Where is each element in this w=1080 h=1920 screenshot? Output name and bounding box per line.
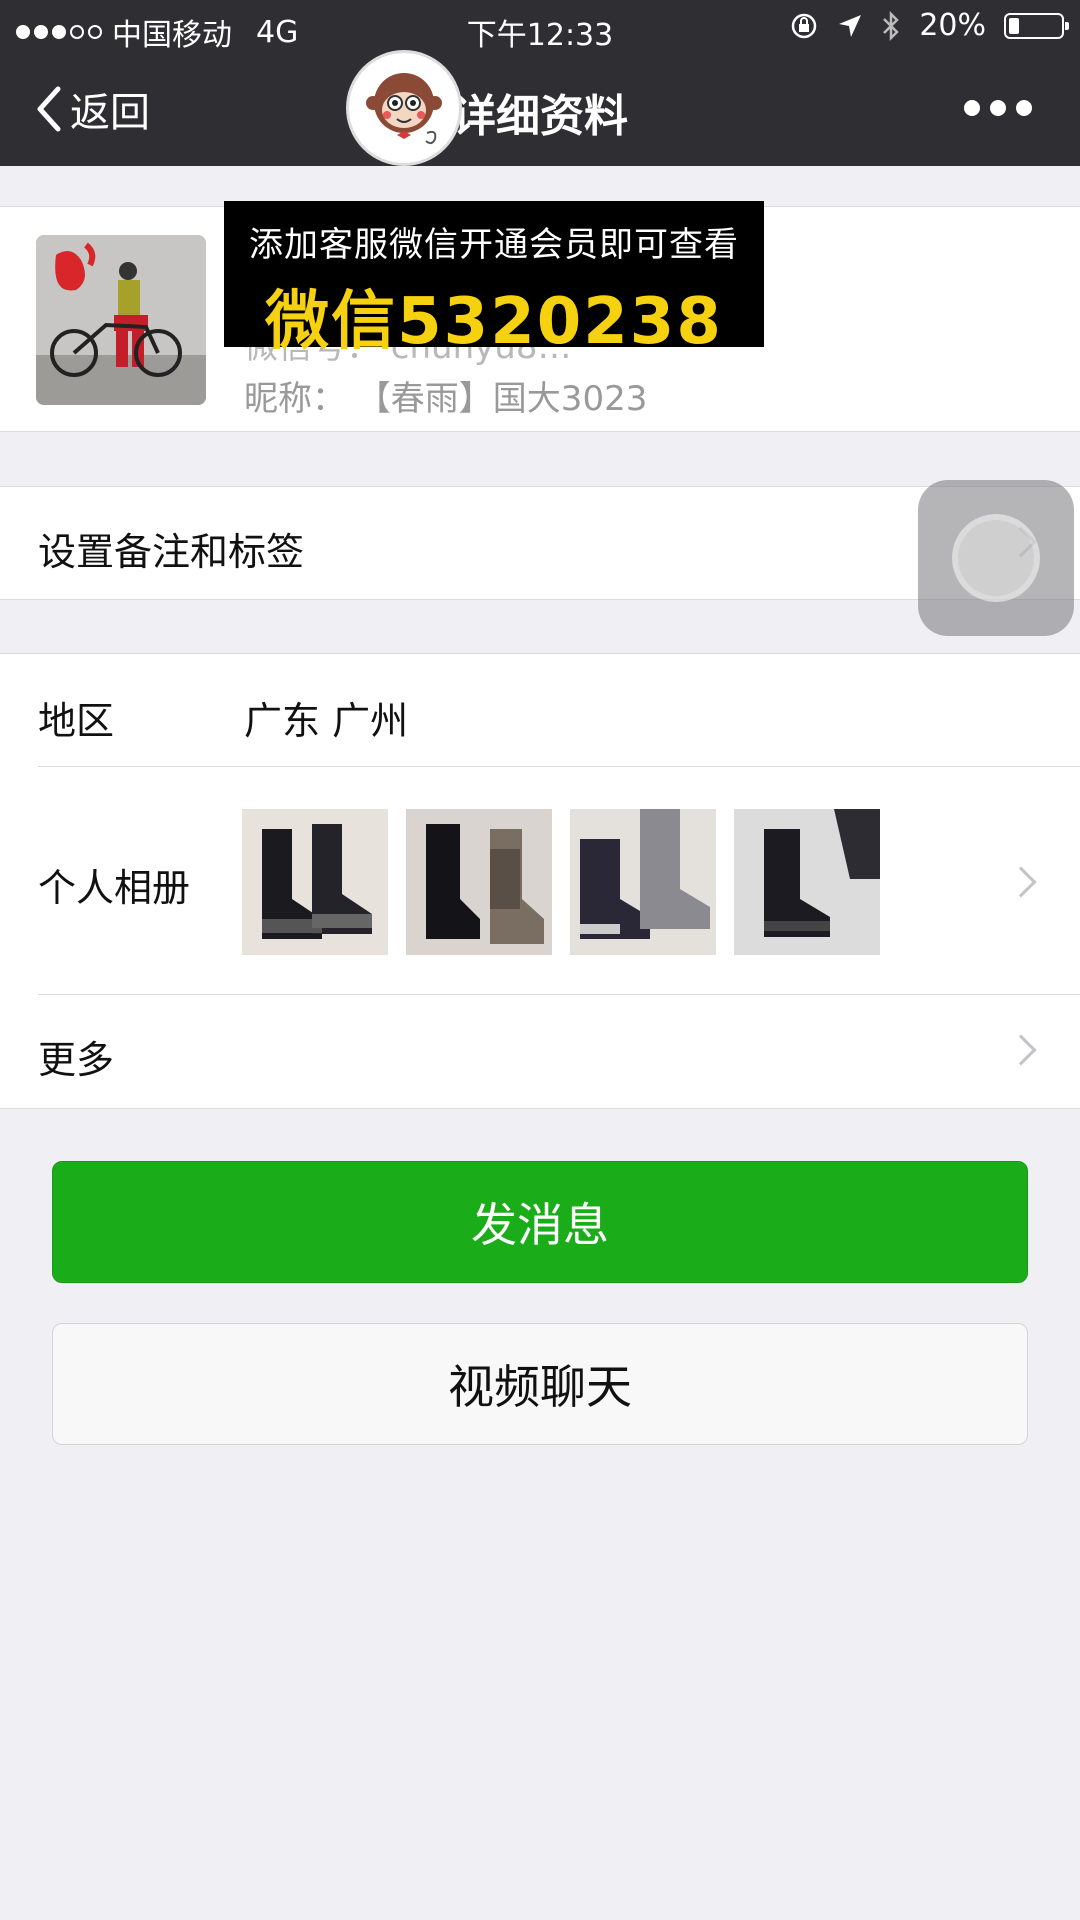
region-label: 地区 [38,699,115,743]
send-message-button[interactable]: 发消息 [52,1161,1028,1283]
album-row[interactable]: 个人相册 [0,767,1080,995]
top-bar: 中国移动 4G 下午12:33 20% 返回 详细资料 [0,0,1080,166]
bluetooth-icon [883,10,900,41]
info-section: 地区 广东 广州 个人相册 更多 [0,653,1080,1109]
region-value: 广东 广州 [244,699,409,743]
page-title: 详细资料 [452,91,628,142]
orientation-lock-icon [792,13,817,38]
chevron-right-icon [1005,1034,1037,1066]
status-right: 20% [789,8,1069,43]
back-label: 返回 [70,90,150,136]
ad-overlay-banner: 添加客服微信开通会员即可查看 微信5320238 [224,201,764,359]
battery-percent: 20% [919,8,986,43]
ad-banner-wechat-id: 微信5320238 [265,285,723,359]
status-bar: 中国移动 4G 下午12:33 20% [0,0,1080,56]
monkey-logo-icon [346,50,462,166]
album-thumbnails [242,809,880,955]
album-thumbnail [242,809,388,955]
more-options-button[interactable] [964,100,1032,116]
battery-fill [1009,17,1019,34]
more-label: 更多 [38,1038,115,1082]
more-dot-icon [964,100,980,116]
chevron-right-icon [1005,866,1037,898]
back-button[interactable]: 返回 [34,80,150,138]
chevron-left-icon [37,86,61,132]
album-thumbnail [406,809,552,955]
navigation-bar: 返回 详细资料 [0,56,1080,166]
assistive-touch-button[interactable] [918,480,1074,636]
album-thumbnail [570,809,716,955]
avatar[interactable] [36,235,206,405]
location-arrow-icon [839,14,862,37]
remark-label: 设置备注和标签 [38,530,305,574]
assistive-touch-icon [952,514,1040,602]
battery-icon [1004,12,1069,39]
album-thumbnail [734,809,880,955]
album-label: 个人相册 [38,866,191,910]
nickname: 昵称： 【春雨】国大3023 [244,379,648,419]
more-dot-icon [990,100,1006,116]
more-dot-icon [1016,100,1032,116]
video-chat-button[interactable]: 视频聊天 [52,1323,1028,1445]
ad-banner-text: 添加客服微信开通会员即可查看 [249,225,739,265]
more-row[interactable]: 更多 [0,995,1080,1109]
